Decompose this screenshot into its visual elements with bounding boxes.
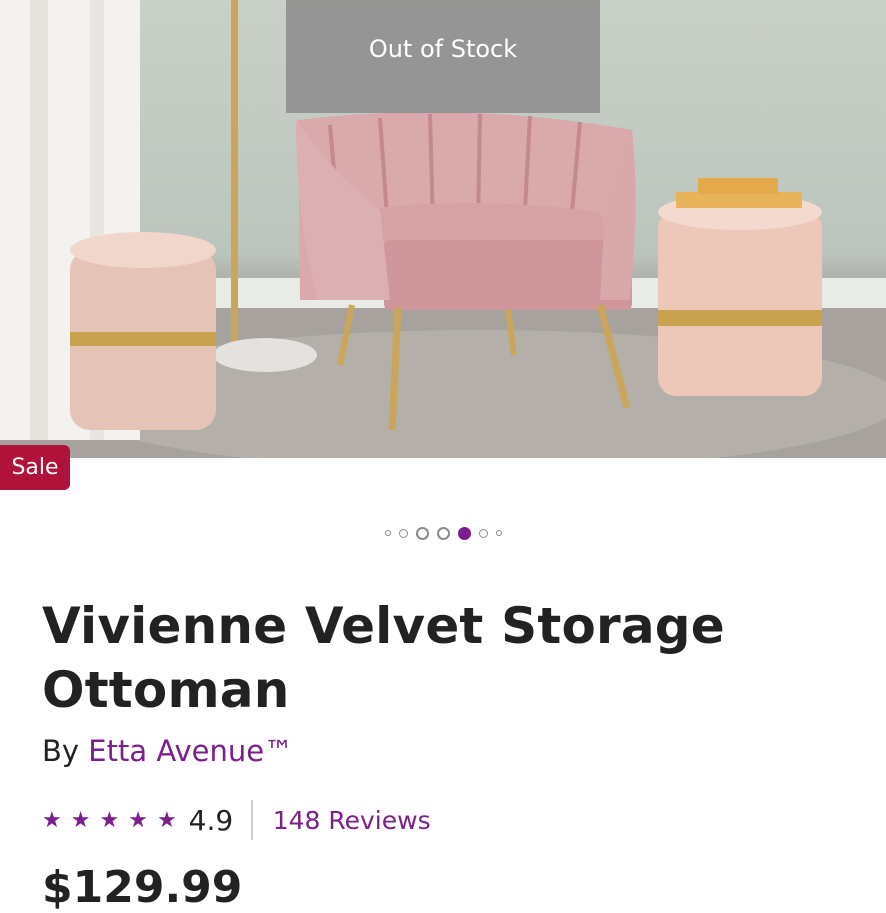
brand-link[interactable]: Etta Avenue™	[88, 734, 293, 768]
product-title: Vivienne Velvet Storage Ottoman	[42, 597, 725, 719]
sale-badge: Sale	[0, 445, 70, 490]
sale-label: Sale	[11, 455, 59, 480]
star-icon: ★	[99, 807, 120, 833]
out-of-stock-banner: Out of Stock	[286, 0, 600, 113]
carousel-dot-1[interactable]	[384, 530, 391, 536]
star-icon: ★	[128, 807, 148, 833]
carousel-dot-4[interactable]	[436, 526, 450, 540]
carousel-dot-7[interactable]	[495, 530, 502, 536]
rating-score: 4.9	[188, 803, 234, 837]
by-label: By	[42, 734, 80, 768]
carousel-dot-6[interactable]	[478, 528, 488, 538]
star-icon: ★	[156, 807, 177, 833]
carousel-dot-3[interactable]	[415, 526, 429, 540]
star-rating: ★ ★ ★ ★ ★	[42, 808, 177, 833]
brand-byline: By Etta Avenue™	[42, 734, 293, 768]
reviews-link[interactable]: 148 Reviews	[273, 806, 431, 835]
carousel-dot-5-active[interactable]	[457, 526, 471, 540]
carousel-dots	[0, 522, 886, 544]
product-price: $129.99	[42, 862, 243, 913]
carousel-dot-2[interactable]	[398, 528, 408, 538]
product-image[interactable]: Out of Stock	[0, 0, 886, 458]
star-icon: ★	[42, 807, 62, 833]
divider	[251, 800, 253, 840]
star-icon: ★	[70, 807, 91, 833]
rating-row: ★ ★ ★ ★ ★ 4.9 148 Reviews	[42, 798, 431, 842]
out-of-stock-label: Out of Stock	[368, 34, 518, 63]
